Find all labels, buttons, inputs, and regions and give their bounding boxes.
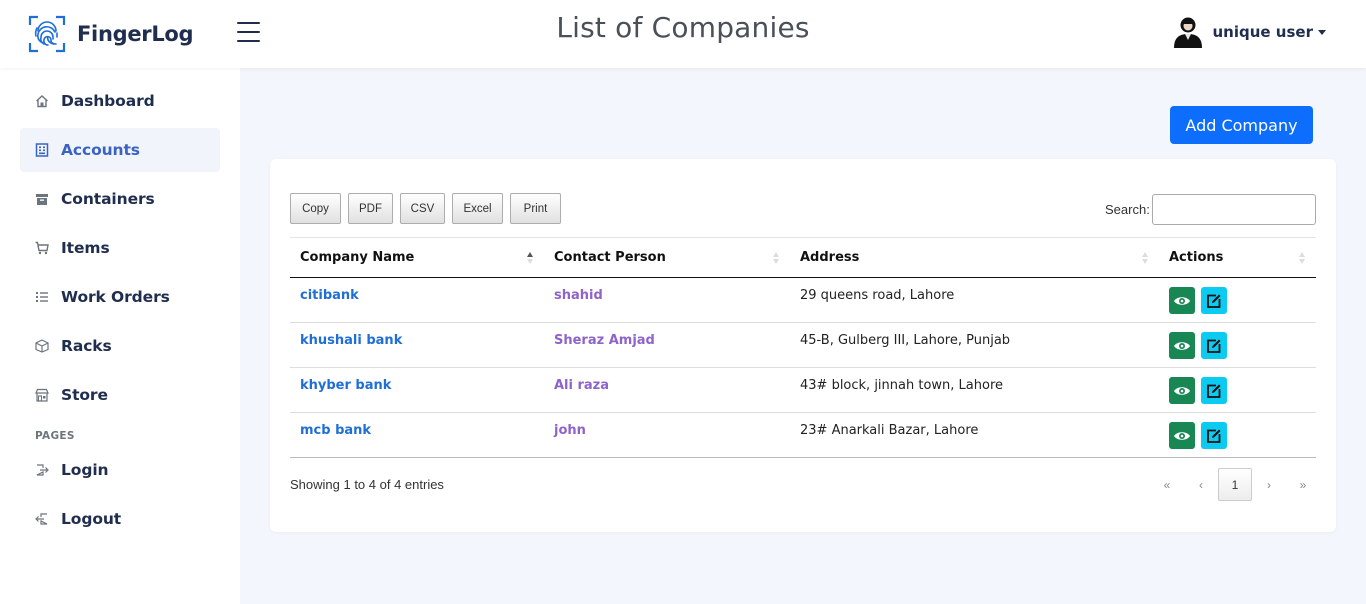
copy-button[interactable]: Copy	[290, 193, 341, 224]
column-header-company-name[interactable]: Company Name	[290, 237, 544, 278]
company-name-link[interactable]: citibank	[300, 288, 359, 303]
edit-button[interactable]	[1201, 377, 1227, 404]
page-title: List of Companies	[556, 11, 810, 44]
table-header-row: Company Name Contact Person Address Acti…	[290, 237, 1316, 278]
sidebar-item-label: Items	[61, 239, 110, 257]
user-menu-dropdown[interactable]: unique user	[1171, 15, 1326, 49]
column-header-actions[interactable]: Actions	[1159, 237, 1316, 278]
first-page-button[interactable]: «	[1150, 468, 1184, 501]
address-text: 43# block, jinnah town, Lahore	[800, 378, 1004, 393]
companies-table: Company Name Contact Person Address Acti…	[290, 237, 1316, 458]
column-header-contact-person[interactable]: Contact Person	[544, 237, 790, 278]
edit-icon	[1207, 294, 1221, 308]
pdf-button[interactable]: PDF	[348, 193, 393, 224]
contact-person-link[interactable]: Ali raza	[554, 378, 609, 393]
sidebar-item-label: Dashboard	[61, 92, 155, 110]
table-row: mcb bank john 23# Anarkali Bazar, Lahore	[290, 412, 1316, 458]
companies-table-card: Copy PDF CSV Excel Print Search: Company…	[270, 159, 1336, 532]
sidebar-item-label: Containers	[61, 190, 155, 208]
edit-button[interactable]	[1201, 422, 1227, 449]
table-info-text: Showing 1 to 4 of 4 entries	[290, 477, 444, 492]
store-icon	[35, 388, 49, 402]
eye-icon	[1174, 431, 1190, 440]
edit-icon	[1207, 384, 1221, 398]
view-button[interactable]	[1169, 422, 1195, 449]
eye-icon	[1174, 341, 1190, 350]
table-row: khushali bank Sheraz Amjad 45-B, Gulberg…	[290, 322, 1316, 368]
caret-down-icon	[1318, 29, 1326, 35]
sort-icon	[1142, 252, 1148, 264]
sidebar-item-containers[interactable]: Containers	[20, 177, 220, 221]
sidebar-item-label: Logout	[61, 510, 122, 528]
sidebar-item-label: Store	[61, 386, 108, 404]
table-row: citibank shahid 29 queens road, Lahore	[290, 277, 1316, 323]
sidebar-item-items[interactable]: Items	[20, 226, 220, 270]
sidebar-item-login[interactable]: Login	[20, 448, 220, 492]
edit-button[interactable]	[1201, 332, 1227, 359]
view-button[interactable]	[1169, 377, 1195, 404]
search-input[interactable]	[1152, 194, 1316, 225]
address-text: 45-B, Gulberg III, Lahore, Punjab	[800, 333, 1011, 348]
sidebar-item-label: Login	[61, 461, 109, 479]
column-header-label: Address	[800, 250, 860, 265]
cart-icon	[35, 241, 49, 255]
sidebar-item-label: Work Orders	[61, 288, 170, 306]
column-header-label: Contact Person	[554, 250, 666, 265]
sort-ascending-icon	[527, 252, 533, 264]
company-name-link[interactable]: mcb bank	[300, 423, 371, 438]
edit-icon	[1207, 339, 1221, 353]
sidebar-item-racks[interactable]: Racks	[20, 324, 220, 368]
sidebar-item-label: Accounts	[61, 141, 140, 159]
view-button[interactable]	[1169, 332, 1195, 359]
login-icon	[35, 463, 49, 477]
contact-person-link[interactable]: shahid	[554, 288, 603, 303]
company-name-link[interactable]: khyber bank	[300, 378, 391, 393]
csv-button[interactable]: CSV	[400, 193, 445, 224]
contact-person-link[interactable]: Sheraz Amjad	[554, 333, 655, 348]
box-icon	[35, 339, 49, 353]
sidebar: Dashboard Accounts Containers Items Work…	[0, 68, 240, 604]
add-company-button[interactable]: Add Company	[1170, 106, 1313, 144]
table-row: khyber bank Ali raza 43# block, jinnah t…	[290, 367, 1316, 413]
address-text: 29 queens road, Lahore	[800, 288, 955, 303]
user-avatar-icon	[1173, 17, 1202, 48]
pagination: « ‹ 1 › »	[1150, 468, 1320, 501]
sidebar-item-accounts[interactable]: Accounts	[20, 128, 220, 172]
sidebar-item-dashboard[interactable]: Dashboard	[20, 79, 220, 123]
sidebar-item-work-orders[interactable]: Work Orders	[20, 275, 220, 319]
column-header-label: Company Name	[300, 250, 415, 265]
page-1-button[interactable]: 1	[1218, 468, 1252, 501]
sidebar-item-label: Racks	[61, 337, 112, 355]
archive-icon	[35, 192, 49, 206]
eye-icon	[1174, 296, 1190, 305]
logout-icon	[35, 512, 49, 526]
building-icon	[35, 143, 49, 157]
previous-page-button[interactable]: ‹	[1184, 468, 1218, 501]
column-header-address[interactable]: Address	[790, 237, 1159, 278]
company-name-link[interactable]: khushali bank	[300, 333, 402, 348]
eye-icon	[1174, 386, 1190, 395]
user-name: unique user	[1212, 23, 1314, 41]
next-page-button[interactable]: ›	[1252, 468, 1286, 501]
home-icon	[35, 94, 49, 108]
excel-button[interactable]: Excel	[452, 193, 503, 224]
list-icon	[35, 290, 49, 304]
last-page-button[interactable]: »	[1286, 468, 1320, 501]
top-header: FingerLog List of Companies unique user	[0, 0, 1366, 68]
column-header-label: Actions	[1169, 250, 1224, 265]
search-label: Search:	[1105, 202, 1150, 217]
address-text: 23# Anarkali Bazar, Lahore	[800, 423, 979, 438]
sort-icon	[773, 252, 779, 264]
pages-section-label: PAGES	[35, 430, 75, 442]
sidebar-item-logout[interactable]: Logout	[20, 497, 220, 541]
edit-button[interactable]	[1201, 287, 1227, 314]
sort-icon	[1299, 252, 1305, 264]
view-button[interactable]	[1169, 287, 1195, 314]
sidebar-item-store[interactable]: Store	[20, 373, 220, 417]
edit-icon	[1207, 429, 1221, 443]
contact-person-link[interactable]: john	[554, 423, 586, 438]
print-button[interactable]: Print	[510, 193, 561, 224]
